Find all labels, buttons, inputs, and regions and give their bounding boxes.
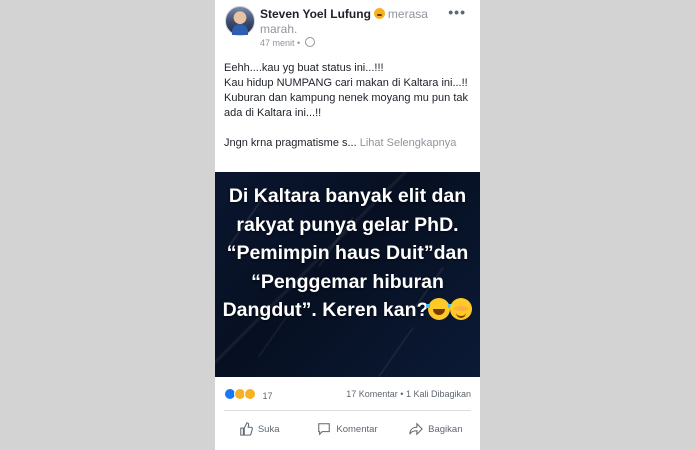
- post-image[interactable]: Di Kaltara banyak elit dan rakyat punya …: [215, 172, 480, 377]
- laughing-crying-emoji-icon: [426, 298, 453, 320]
- engagement-counts: 17 Komentar • 1 Kali Dibagikan: [346, 389, 471, 399]
- truncated-text: Jngn krna pragmatisme s...: [224, 137, 357, 149]
- post-text-line: Kuburan dan kampung nenek moyang mu pun …: [224, 92, 468, 119]
- sad-reaction-icon: [244, 388, 256, 400]
- reaction-count: 17: [262, 391, 273, 401]
- author-name[interactable]: Steven Yoel Lufung: [260, 7, 371, 21]
- post-timestamp[interactable]: 47 menit: [260, 38, 295, 48]
- post-title-line: Steven Yoel Lufung merasa marah.: [260, 7, 450, 37]
- comment-icon: [318, 423, 331, 436]
- stats-dot: •: [400, 389, 404, 399]
- thumbs-up-icon: [240, 422, 253, 436]
- post-card: Steven Yoel Lufung merasa marah. 47 menit…: [215, 0, 480, 450]
- post-text-truncated: Jngn krna pragmatisme s... Lihat Selengk…: [224, 136, 474, 151]
- more-options-icon[interactable]: •••: [448, 4, 466, 20]
- actions-divider: [224, 410, 471, 411]
- post-text-line: Kau hidup NUMPANG cari makan di Kaltara …: [224, 77, 468, 89]
- like-button[interactable]: Suka: [215, 414, 303, 444]
- like-label: Suka: [257, 423, 280, 435]
- share-icon: [409, 422, 424, 436]
- comment-count[interactable]: 17 Komentar: [346, 389, 398, 399]
- globe-icon: [304, 37, 315, 47]
- see-more-link[interactable]: Lihat Selengkapnya: [360, 137, 457, 149]
- share-button[interactable]: Bagikan: [392, 414, 480, 444]
- comment-button[interactable]: Komentar: [303, 414, 391, 444]
- action-bar: Suka Komentar Bagikan: [215, 414, 480, 444]
- share-count[interactable]: 1 Kali Dibagikan: [406, 389, 471, 399]
- post-text-line: Eehh....kau yg buat status ini...!!!: [224, 62, 384, 74]
- meta-separator: •: [297, 38, 301, 48]
- reactions-summary[interactable]: 17: [224, 388, 273, 402]
- angry-emoji-icon: [373, 8, 385, 19]
- comment-label: Komentar: [336, 423, 378, 435]
- post-meta: 47 menit •: [260, 37, 315, 48]
- post-text: Eehh....kau yg buat status ini...!!! Kau…: [224, 61, 474, 151]
- share-label: Bagikan: [428, 423, 463, 435]
- post-header: Steven Yoel Lufung merasa marah. 47 menit…: [215, 0, 480, 58]
- smiling-blush-emoji-icon: [450, 298, 473, 320]
- author-avatar[interactable]: [225, 6, 255, 36]
- image-caption: Di Kaltara banyak elit dan rakyat punya …: [215, 182, 480, 325]
